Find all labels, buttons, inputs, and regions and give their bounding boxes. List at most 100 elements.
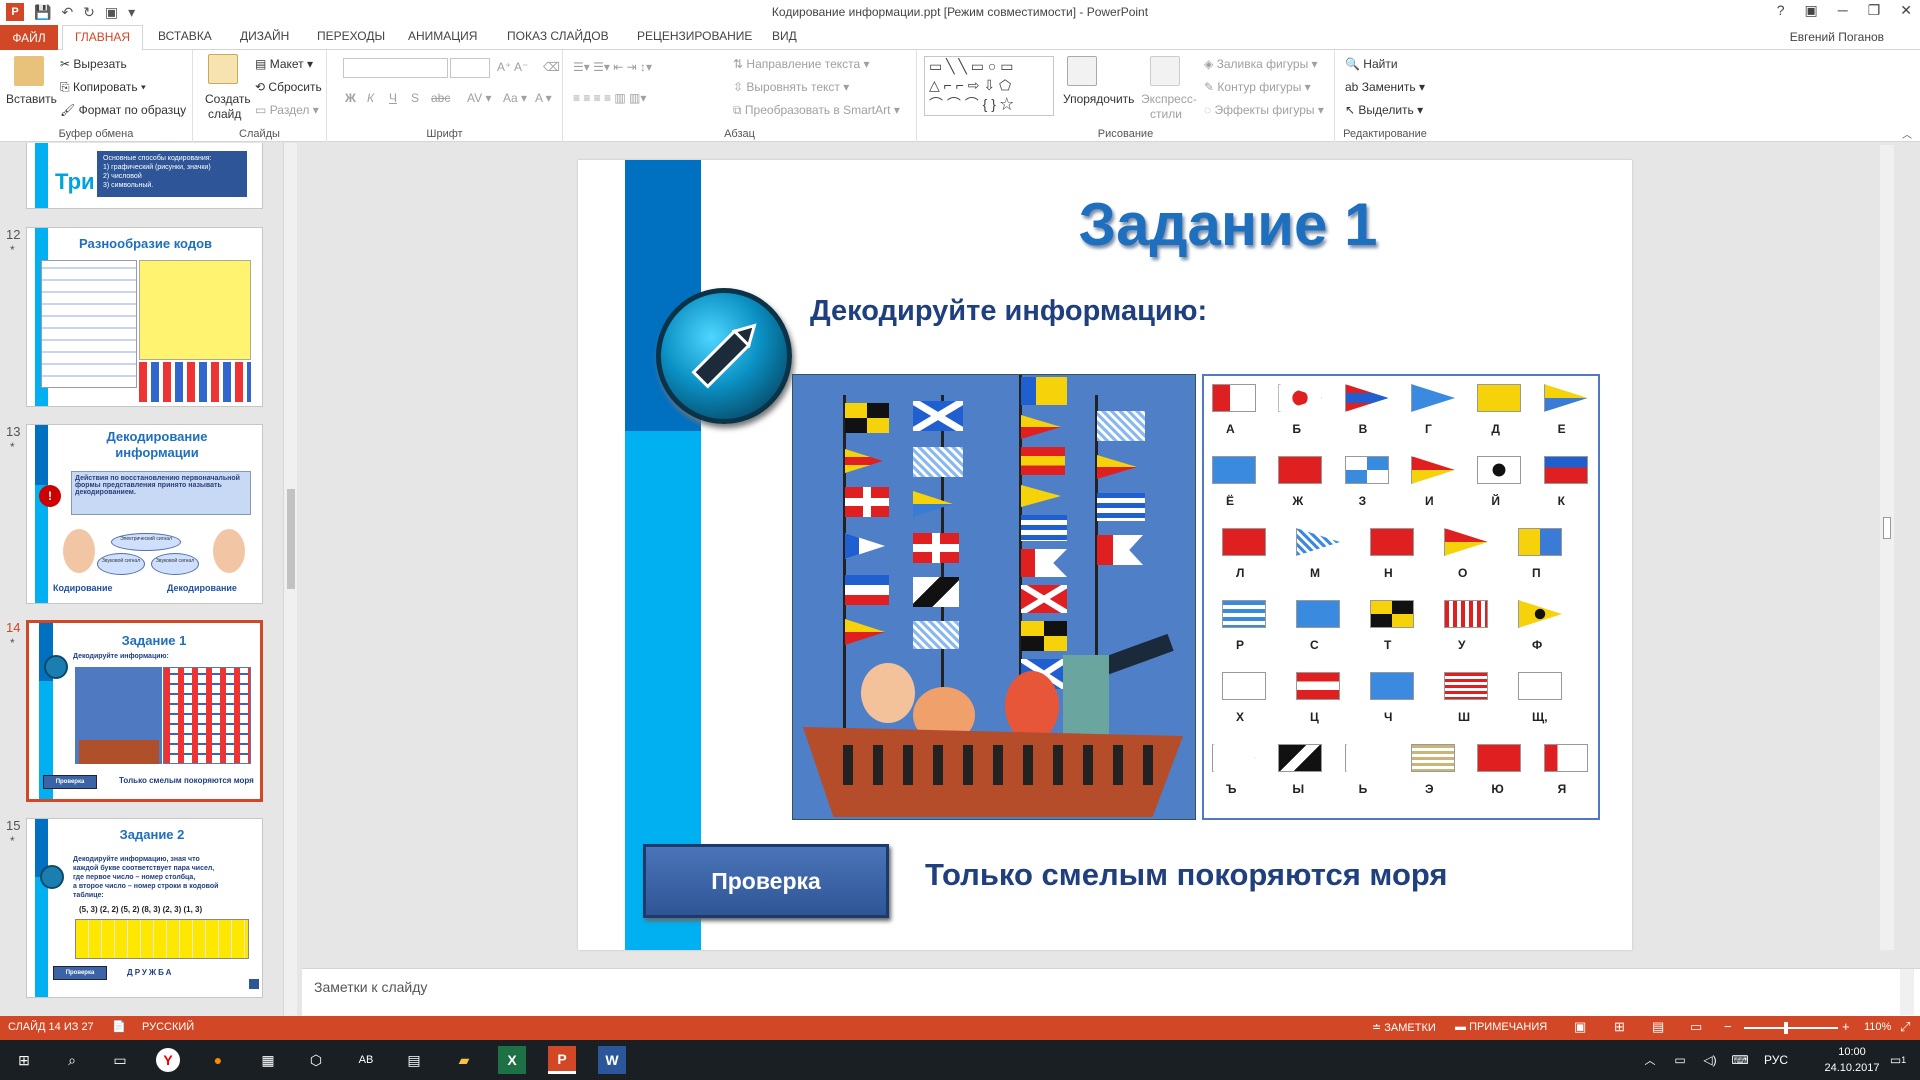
abc-app-icon[interactable]: AB [352,1046,380,1074]
change-case-icon[interactable]: Aa ▾ [503,91,527,105]
shape-effects-button[interactable]: ◌ Эффекты фигуры ▾ [1204,103,1324,117]
spellcheck-icon[interactable]: 📄 [112,1020,126,1033]
calculator-icon[interactable]: ▦ [254,1046,282,1074]
align-icons[interactable]: ≡ ≡ ≡ ≡ ▥ ▥▾ [573,91,646,105]
paste-icon[interactable] [14,56,44,86]
quick-styles-label-2[interactable]: стили [1150,107,1182,121]
thumbnail-slide-12[interactable]: Разнообразие кодов [26,227,263,407]
powerpoint-taskbar-icon[interactable]: P [548,1046,576,1074]
new-slide-icon[interactable] [208,54,238,84]
copy-button[interactable]: ⎘ Копировать ▾ [60,80,146,95]
windows-start-icon[interactable]: ⊞ [10,1046,38,1074]
clear-format-icon[interactable]: ⌫ [543,60,560,74]
select-button[interactable]: ↖ Выделить ▾ [1345,103,1423,117]
align-text-button[interactable]: ⇳ Выровнять текст ▾ [733,80,849,94]
new-slide-label-2[interactable]: слайд [208,107,241,121]
section-button[interactable]: ▭ Раздел ▾ [255,103,319,117]
slideshow-icon[interactable]: ▭ [1690,1019,1702,1035]
tab-insert[interactable]: ВСТАВКА [158,29,212,43]
file-explorer-icon[interactable]: ▰ [450,1046,478,1074]
font-color-icon[interactable]: A ▾ [535,91,552,105]
grow-font-icon[interactable]: A⁺ A⁻ [497,60,528,74]
notes-pane[interactable]: Заметки к слайду [302,968,1920,1016]
italic-button[interactable]: К [367,91,374,105]
clock[interactable]: 10:00 24.10.2017 [1820,1044,1884,1076]
paste-button[interactable]: Вставить [6,92,57,106]
text-direction-button[interactable]: ⇅ Направление текста ▾ [733,57,870,71]
reading-view-icon[interactable]: ▤ [1652,1019,1664,1035]
quick-styles-label-1[interactable]: Экспресс- [1141,92,1197,106]
thumbnails-scrollbar[interactable] [283,143,297,1016]
replace-button[interactable]: ab Заменить ▾ [1345,80,1425,94]
app-icon[interactable]: ⬡ [302,1046,330,1074]
notes-placeholder[interactable]: Заметки к слайду [314,979,427,995]
calendar-icon[interactable]: ▤ [400,1046,428,1074]
new-slide-label-1[interactable]: Создать [205,92,251,106]
minimize-icon[interactable]: ─ [1838,2,1848,19]
font-family-select[interactable] [343,58,448,78]
thumbnail-slide-15[interactable]: Задание 2 Декодируйте информацию, зная ч… [26,818,263,998]
current-slide[interactable]: Задание 1 Декодируйте информацию: А Б В … [578,160,1632,950]
char-spacing-icon[interactable]: AV ▾ [467,91,491,105]
normal-view-icon[interactable]: ▣ [1574,1019,1586,1035]
user-name[interactable]: Евгений Поганов [1790,30,1884,44]
bullets-icon[interactable]: ☰▾ ☰▾ ⇤ ⇥ ↕▾ [573,60,652,74]
excel-icon[interactable]: X [498,1046,526,1074]
cut-button[interactable]: ✂ Вырезать [60,57,127,71]
reset-button[interactable]: ⟲ Сбросить [255,80,322,94]
strikethrough-button[interactable]: abc [431,91,450,105]
tab-file[interactable]: ФАЙЛ [0,25,58,50]
restore-icon[interactable]: ❐ [1868,2,1881,19]
fit-slide-icon[interactable]: ⤢ [1900,1019,1910,1035]
notes-toggle[interactable]: ≐ ЗАМЕТКИ [1372,1021,1436,1034]
close-icon[interactable]: ✕ [1900,2,1912,19]
slide-counter[interactable]: СЛАЙД 14 ИЗ 27 [8,1021,94,1033]
notes-scrollbar[interactable] [1900,969,1914,1015]
search-icon[interactable]: ⌕ [58,1046,86,1074]
zoom-in-icon[interactable]: + [1842,1019,1850,1034]
smartart-button[interactable]: ⧉ Преобразовать в SmartArt ▾ [733,103,900,118]
zoom-level[interactable]: 110% [1864,1021,1891,1033]
find-button[interactable]: 🔍 Найти [1345,57,1398,71]
thumbnail-slide-11[interactable]: Три Основные способы кодирования: 1) гра… [26,143,263,209]
arrange-icon[interactable] [1067,56,1097,86]
slide-sorter-icon[interactable]: ⊞ [1614,1019,1625,1035]
layout-button[interactable]: ▤ Макет ▾ [255,57,313,71]
canvas-scrollbar-thumb[interactable] [1883,517,1891,539]
tab-home[interactable]: ГЛАВНАЯ [62,25,144,51]
tab-design[interactable]: ДИЗАЙН [240,29,289,43]
underline-button[interactable]: Ч [389,91,397,105]
check-button[interactable]: Проверка [643,844,889,918]
keyboard-icon[interactable]: ⌨ [1726,1046,1754,1074]
language-status[interactable]: РУССКИЙ [142,1021,194,1033]
format-painter-button[interactable]: 🖌 Формат по образцу [60,103,186,117]
tab-transitions[interactable]: ПЕРЕХОДЫ [317,29,385,43]
task-view-icon[interactable]: ▭ [106,1046,134,1074]
collapse-ribbon-icon[interactable]: ︿ [1902,126,1912,141]
input-language[interactable]: РУС [1764,1053,1788,1067]
thumbnails-scrollbar-thumb[interactable] [287,489,295,589]
thumbnail-slide-13[interactable]: Декодирование информации ! Действия по во… [26,424,263,604]
shapes-gallery[interactable]: ▭ ╲ ╲ ▭ ○ ▭ △ ⌐ ⌐ ⇨ ⇩ ⬠ ⌒ ⌒ ⌒ { } ☆ [924,56,1054,116]
zoom-out-icon[interactable]: − [1724,1019,1732,1034]
quick-styles-icon[interactable] [1150,56,1180,86]
tab-review[interactable]: РЕЦЕНЗИРОВАНИЕ [637,29,752,43]
ribbon-display-options-icon[interactable]: ▣ [1805,2,1818,19]
zoom-slider-thumb[interactable] [1784,1022,1788,1034]
font-size-select[interactable] [450,58,490,78]
tab-view[interactable]: ВИД [772,29,797,43]
yandex-browser-icon[interactable]: Y [156,1048,180,1072]
arrange-button[interactable]: Упорядочить [1063,92,1134,106]
zoom-slider[interactable] [1744,1022,1838,1034]
shadow-button[interactable]: S [411,91,419,105]
volume-icon[interactable]: ◁) [1696,1046,1724,1074]
word-icon[interactable]: W [598,1046,626,1074]
canvas-scrollbar[interactable] [1880,145,1894,950]
tab-slideshow[interactable]: ПОКАЗ СЛАЙДОВ [507,29,609,43]
bold-button[interactable]: Ж [345,91,356,105]
tab-animation[interactable]: АНИМАЦИЯ [408,29,477,43]
thumbnail-slide-14[interactable]: Задание 1 Декодируйте информацию: Провер… [26,620,263,802]
notifications-icon[interactable]: ▭ 1 [1884,1046,1912,1074]
tray-expand-icon[interactable]: ︿ [1636,1046,1664,1074]
shape-fill-button[interactable]: ◈ Заливка фигуры ▾ [1204,57,1318,71]
